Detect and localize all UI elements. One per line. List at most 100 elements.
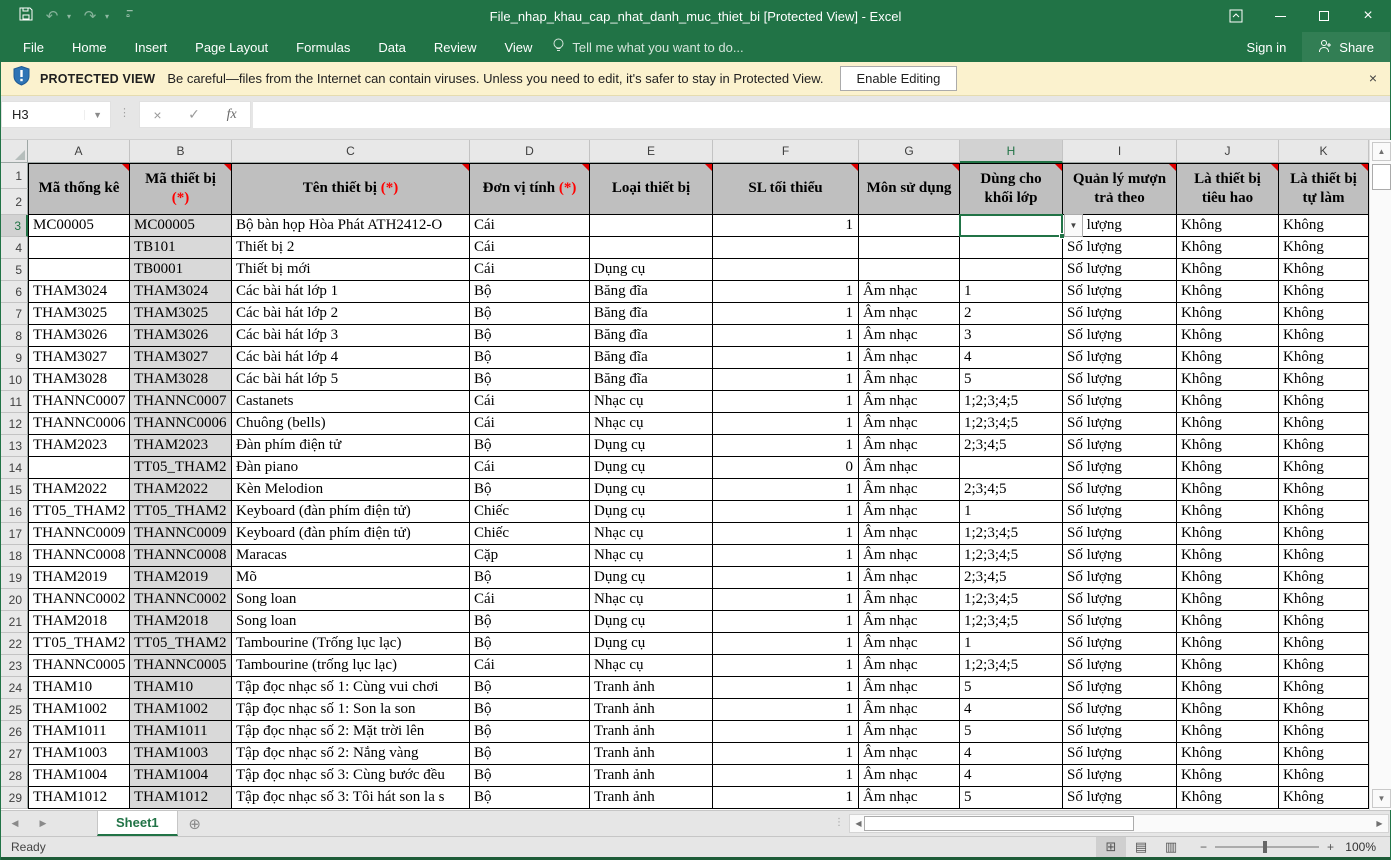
cell-C25[interactable]: Tập đọc nhạc số 1: Son la son (232, 699, 470, 721)
column-header-I[interactable]: I (1063, 140, 1177, 163)
cell-K16[interactable]: Không (1279, 501, 1369, 523)
cell-E20[interactable]: Nhạc cụ (590, 589, 713, 611)
cell-C3[interactable]: Bộ bàn họp Hòa Phát ATH2412-O (232, 215, 470, 237)
enter-icon[interactable]: ✓ (188, 106, 200, 123)
ribbon-tab-insert[interactable]: Insert (121, 32, 182, 62)
undo-dropdown-icon[interactable]: ▾ (67, 12, 75, 21)
cell-B11[interactable]: THANNC0007 (130, 391, 232, 413)
cell-A19[interactable]: THAM2019 (28, 567, 130, 589)
table-header-A[interactable]: Mã thống kê (28, 163, 130, 215)
cell-F27[interactable]: 1 (713, 743, 859, 765)
cell-D23[interactable]: Cái (470, 655, 590, 677)
cell-E10[interactable]: Băng đĩa (590, 369, 713, 391)
cell-H29[interactable]: 5 (960, 787, 1063, 809)
row-header-15[interactable]: 15 (1, 479, 28, 501)
minimize-button[interactable] (1258, 0, 1302, 32)
cell-E25[interactable]: Tranh ảnh (590, 699, 713, 721)
cell-F25[interactable]: 1 (713, 699, 859, 721)
cell-E24[interactable]: Tranh ảnh (590, 677, 713, 699)
table-header-K[interactable]: Là thiết bịtự làm (1279, 163, 1369, 215)
cell-E16[interactable]: Dụng cụ (590, 501, 713, 523)
cell-I20[interactable]: Số lượng (1063, 589, 1177, 611)
row-header-4[interactable]: 4 (1, 237, 28, 259)
cell-H7[interactable]: 2 (960, 303, 1063, 325)
row-header-26[interactable]: 26 (1, 721, 28, 743)
cell-F19[interactable]: 1 (713, 567, 859, 589)
cell-H22[interactable]: 1 (960, 633, 1063, 655)
cell-A4[interactable] (28, 237, 130, 259)
cell-G7[interactable]: Âm nhạc (859, 303, 960, 325)
cell-C21[interactable]: Song loan (232, 611, 470, 633)
cell-G10[interactable]: Âm nhạc (859, 369, 960, 391)
cell-F20[interactable]: 1 (713, 589, 859, 611)
cell-G21[interactable]: Âm nhạc (859, 611, 960, 633)
cell-C12[interactable]: Chuông (bells) (232, 413, 470, 435)
cell-J27[interactable]: Không (1177, 743, 1279, 765)
cell-J23[interactable]: Không (1177, 655, 1279, 677)
scroll-down-icon[interactable]: ▼ (1372, 789, 1391, 808)
ribbon-tab-view[interactable]: View (490, 32, 546, 62)
cell-B18[interactable]: THANNC0008 (130, 545, 232, 567)
cell-E15[interactable]: Dụng cụ (590, 479, 713, 501)
table-header-J[interactable]: Là thiết bịtiêu hao (1177, 163, 1279, 215)
ribbon-tab-file[interactable]: File (9, 32, 58, 62)
cell-K7[interactable]: Không (1279, 303, 1369, 325)
cell-H15[interactable]: 2;3;4;5 (960, 479, 1063, 501)
cell-D10[interactable]: Bộ (470, 369, 590, 391)
cell-E29[interactable]: Tranh ảnh (590, 787, 713, 809)
cell-F10[interactable]: 1 (713, 369, 859, 391)
cell-C27[interactable]: Tập đọc nhạc số 2: Nắng vàng (232, 743, 470, 765)
column-header-B[interactable]: B (130, 140, 232, 163)
active-cell-H3[interactable] (959, 214, 1063, 237)
cell-A20[interactable]: THANNC0002 (28, 589, 130, 611)
data-validation-dropdown-icon[interactable]: ▼ (1064, 214, 1083, 237)
close-button[interactable]: × (1346, 0, 1390, 32)
cell-B21[interactable]: THAM2018 (130, 611, 232, 633)
cell-B9[interactable]: THAM3027 (130, 347, 232, 369)
cell-H24[interactable]: 5 (960, 677, 1063, 699)
cell-C9[interactable]: Các bài hát lớp 4 (232, 347, 470, 369)
ribbon-tab-review[interactable]: Review (420, 32, 491, 62)
cell-A8[interactable]: THAM3026 (28, 325, 130, 347)
cell-A21[interactable]: THAM2018 (28, 611, 130, 633)
cell-C28[interactable]: Tập đọc nhạc số 3: Cùng bước đều (232, 765, 470, 787)
redo-icon[interactable]: ↷ (79, 7, 101, 25)
cell-K26[interactable]: Không (1279, 721, 1369, 743)
cell-B23[interactable]: THANNC0005 (130, 655, 232, 677)
cell-G22[interactable]: Âm nhạc (859, 633, 960, 655)
cell-F23[interactable]: 1 (713, 655, 859, 677)
cell-F18[interactable]: 1 (713, 545, 859, 567)
cell-A28[interactable]: THAM1004 (28, 765, 130, 787)
scroll-up-icon[interactable]: ▲ (1372, 142, 1391, 161)
share-button[interactable]: Share (1302, 32, 1390, 62)
horizontal-scroll-thumb[interactable] (864, 816, 1134, 831)
cell-K25[interactable]: Không (1279, 699, 1369, 721)
cell-F21[interactable]: 1 (713, 611, 859, 633)
select-all-corner[interactable] (1, 140, 28, 163)
cell-J19[interactable]: Không (1177, 567, 1279, 589)
row-header-29[interactable]: 29 (1, 787, 28, 809)
cell-F13[interactable]: 1 (713, 435, 859, 457)
cell-D26[interactable]: Bộ (470, 721, 590, 743)
cell-G25[interactable]: Âm nhạc (859, 699, 960, 721)
cell-D5[interactable]: Cái (470, 259, 590, 281)
cell-D18[interactable]: Cặp (470, 545, 590, 567)
cell-A17[interactable]: THANNC0009 (28, 523, 130, 545)
cell-F16[interactable]: 1 (713, 501, 859, 523)
add-sheet-icon[interactable]: ⊕ (178, 811, 212, 836)
cell-D13[interactable]: Bộ (470, 435, 590, 457)
cell-G13[interactable]: Âm nhạc (859, 435, 960, 457)
row-header-21[interactable]: 21 (1, 611, 28, 633)
zoom-in-icon[interactable]: + (1327, 840, 1334, 854)
cell-H27[interactable]: 4 (960, 743, 1063, 765)
cell-I10[interactable]: Số lượng (1063, 369, 1177, 391)
row-header-20[interactable]: 20 (1, 589, 28, 611)
cell-A13[interactable]: THAM2023 (28, 435, 130, 457)
cell-F7[interactable]: 1 (713, 303, 859, 325)
cell-I14[interactable]: Số lượng (1063, 457, 1177, 479)
vertical-scroll-thumb[interactable] (1372, 164, 1391, 190)
cell-E8[interactable]: Băng đĩa (590, 325, 713, 347)
table-header-D[interactable]: Đơn vị tính (*) (470, 163, 590, 215)
undo-icon[interactable]: ↶ (41, 7, 63, 25)
cell-G17[interactable]: Âm nhạc (859, 523, 960, 545)
